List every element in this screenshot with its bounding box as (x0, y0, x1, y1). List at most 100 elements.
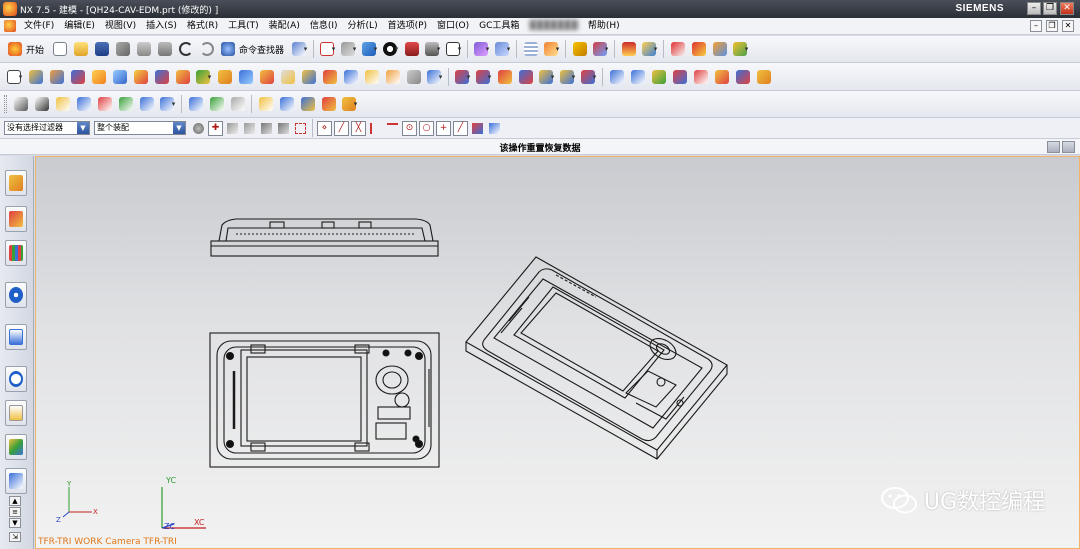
measure-distance-icon[interactable] (619, 40, 638, 59)
view-cube-icon[interactable] (360, 40, 379, 59)
trim-body-icon[interactable] (215, 67, 234, 86)
snap-existing-point-icon[interactable]: ○ (419, 120, 434, 136)
offset-face-icon[interactable] (320, 67, 339, 86)
through-curves-icon[interactable] (628, 67, 647, 86)
paste-icon[interactable] (155, 40, 174, 59)
boolean-icon[interactable] (131, 67, 150, 86)
part-navigator-icon[interactable] (5, 240, 27, 266)
extrude-icon[interactable] (26, 67, 45, 86)
thread-icon[interactable] (383, 67, 402, 86)
doc-close-button[interactable]: ✕ (1062, 20, 1074, 32)
shaded-icon[interactable] (402, 40, 421, 59)
pull-face-icon[interactable] (474, 67, 493, 86)
select-rectangle-icon[interactable] (293, 121, 308, 136)
filter-reset-icon[interactable] (191, 121, 206, 136)
roles-icon[interactable] (5, 434, 27, 460)
draft-icon[interactable] (257, 67, 276, 86)
select-edge-icon[interactable] (242, 121, 257, 136)
background-icon[interactable] (444, 40, 463, 59)
boss-icon[interactable] (89, 67, 108, 86)
replace-face-icon[interactable] (516, 67, 535, 86)
feature-play-icon[interactable] (256, 95, 275, 114)
spline-icon[interactable] (74, 95, 93, 114)
menu-edit[interactable]: 编辑(E) (59, 18, 100, 35)
synchronous-icon[interactable] (425, 67, 444, 86)
snap-quadrant-icon[interactable]: ⊙ (402, 120, 417, 136)
start-button-label[interactable]: 开始 (26, 43, 44, 56)
line-icon[interactable] (32, 95, 51, 114)
check-geometry-icon[interactable] (689, 40, 708, 59)
chevron-down-icon[interactable]: ▼ (173, 122, 185, 134)
deviation-icon[interactable] (710, 40, 729, 59)
intersect-curve-icon[interactable] (137, 95, 156, 114)
minimize-button[interactable]: – (1027, 2, 1041, 15)
command-finder-label[interactable]: 命令查找器 (239, 43, 284, 56)
doc-minimize-button[interactable]: – (1030, 20, 1042, 32)
blend-icon[interactable] (278, 67, 297, 86)
type-filter-select[interactable]: 没有选择过滤器 ▼ (4, 121, 90, 135)
pocket-icon[interactable] (110, 67, 129, 86)
move-feature-icon[interactable] (319, 95, 338, 114)
swept-icon[interactable] (649, 67, 668, 86)
selection-scope-select[interactable]: 整个装配 ▼ (94, 121, 186, 135)
snap-arc-center-icon[interactable] (385, 121, 400, 136)
snap-point-on-face-icon[interactable]: ╱ (453, 120, 468, 136)
snap-control-point-icon[interactable]: ╳ (351, 120, 366, 136)
restore-button[interactable]: ❐ (1043, 2, 1057, 15)
move-face-icon[interactable] (453, 67, 472, 86)
measure-angle-icon[interactable] (640, 40, 659, 59)
snap-point-on-curve-icon[interactable]: + (436, 120, 451, 136)
edit-body-icon[interactable] (228, 95, 247, 114)
trim-sheet-icon[interactable] (733, 67, 752, 86)
save-icon[interactable] (92, 40, 111, 59)
sketch-icon[interactable] (5, 67, 24, 86)
reorder-feature-icon[interactable] (340, 95, 359, 114)
toggle-toolbar-icon[interactable] (1062, 141, 1075, 153)
curvature-icon[interactable] (731, 40, 750, 59)
offset-region-icon[interactable] (558, 67, 577, 86)
thicken-icon[interactable] (754, 67, 773, 86)
menu-format[interactable]: 格式(R) (182, 18, 223, 35)
select-body-icon[interactable] (259, 121, 274, 136)
offset-curve-icon[interactable] (95, 95, 114, 114)
edit-parameter-icon[interactable] (186, 95, 205, 114)
menu-tools[interactable]: 工具(T) (223, 18, 264, 35)
pattern-icon[interactable] (341, 67, 360, 86)
scroll-down-icon[interactable]: ▼ (9, 518, 21, 528)
start-icon[interactable] (5, 40, 24, 59)
wireframe-icon[interactable] (423, 40, 442, 59)
general-selection-icon[interactable]: ✚ (208, 120, 223, 136)
redo-icon[interactable] (197, 40, 216, 59)
delete-face-icon[interactable] (495, 67, 514, 86)
system-materials-icon[interactable] (5, 400, 27, 426)
text-curve-icon[interactable] (158, 95, 177, 114)
clip-view-icon[interactable] (493, 40, 512, 59)
command-finder-icon[interactable] (218, 40, 237, 59)
menu-preferences[interactable]: 首选项(P) (383, 18, 432, 35)
select-curve-icon[interactable] (276, 121, 291, 136)
constrain-face-icon[interactable] (579, 67, 598, 86)
chamfer-icon[interactable] (299, 67, 318, 86)
edit-curve-icon[interactable] (207, 95, 226, 114)
constraint-navigator-icon[interactable] (5, 206, 27, 232)
subtract-icon[interactable] (173, 67, 192, 86)
snap-intersection-icon[interactable] (368, 121, 383, 136)
hole-icon[interactable] (68, 67, 87, 86)
orient-view-icon[interactable] (339, 40, 358, 59)
analysis-icon[interactable] (668, 40, 687, 59)
suppress-icon[interactable] (277, 95, 296, 114)
snap-endpoint-icon[interactable]: ⋄ (317, 120, 332, 136)
menu-assemblies[interactable]: 装配(A) (264, 18, 305, 35)
wcs-icon[interactable] (542, 40, 561, 59)
edit-feature-icon[interactable] (298, 95, 317, 114)
toolbar-grip[interactable] (4, 95, 7, 113)
snap-bounded-grid-icon[interactable] (487, 121, 502, 136)
history-icon[interactable] (5, 324, 27, 350)
scroll-up-icon[interactable]: ▲ (9, 496, 21, 506)
new-icon[interactable] (50, 40, 69, 59)
web-browser-icon[interactable] (5, 282, 27, 308)
shell-icon[interactable] (236, 67, 255, 86)
layer-icon[interactable] (521, 40, 540, 59)
clock-icon[interactable] (5, 366, 27, 392)
open-icon[interactable] (71, 40, 90, 59)
